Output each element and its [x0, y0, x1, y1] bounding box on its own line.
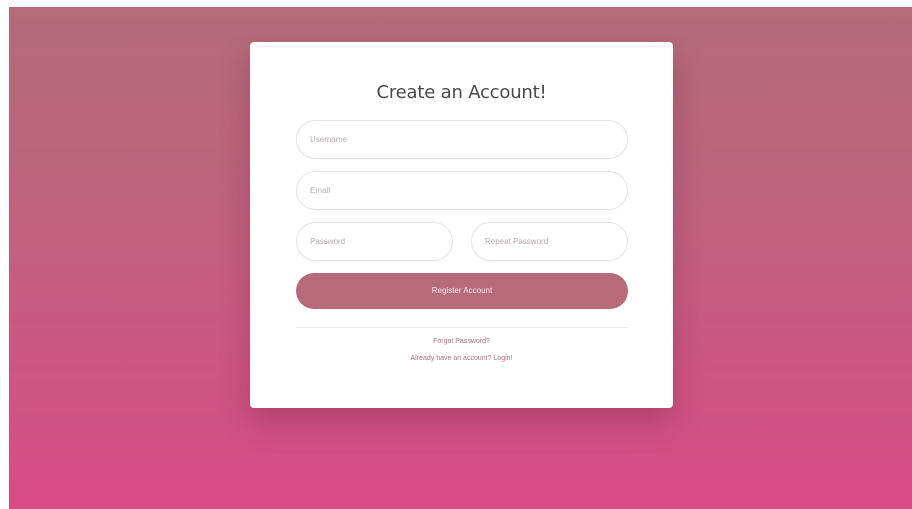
divider	[296, 327, 628, 328]
page-title: Create an Account!	[376, 82, 547, 103]
register-account-button[interactable]: Register Account	[296, 273, 628, 309]
email-input[interactable]	[296, 171, 628, 210]
username-input[interactable]	[296, 120, 628, 159]
forgot-password-link[interactable]: Forgot Password?	[250, 338, 673, 345]
login-link[interactable]: Already have an account? Login!	[250, 355, 673, 362]
register-card: Create an Account! Register Account Forg…	[250, 42, 673, 408]
password-input[interactable]	[296, 222, 453, 261]
page-background: Create an Account! Register Account Forg…	[9, 7, 912, 509]
repeat-password-input[interactable]	[471, 222, 628, 261]
